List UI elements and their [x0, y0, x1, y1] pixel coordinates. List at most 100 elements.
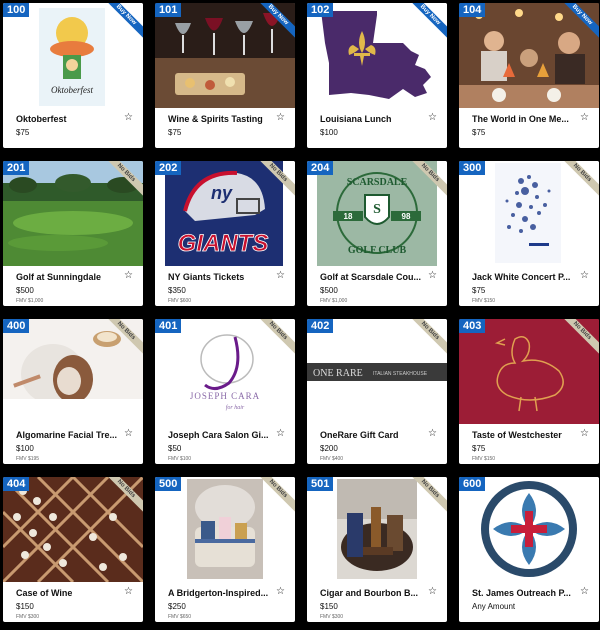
- item-image: SCARSDALE GOLF CLUB S 18 98: [307, 161, 447, 266]
- favorite-star-icon[interactable]: ☆: [428, 587, 437, 597]
- brand-tagline: ITALIAN STEAKHOUSE: [373, 371, 428, 377]
- lot-number-badge: 501: [307, 477, 334, 491]
- item-fmv: FMV $600: [168, 298, 192, 304]
- item-card-401[interactable]: JOSEPH CARA for hair 401 No Bids Joseph …: [155, 319, 295, 464]
- item-price: $350: [168, 286, 186, 295]
- lot-number-badge: 102: [307, 3, 334, 17]
- jack-white-poster: [495, 163, 561, 263]
- item-image: ONE RARE ITALIAN STEAKHOUSE: [307, 319, 447, 424]
- item-image: [3, 477, 143, 582]
- item-price: $500: [320, 286, 338, 295]
- lot-number-badge: 403: [459, 319, 486, 333]
- item-price: $75: [472, 444, 486, 453]
- item-fmv: FMV $300: [16, 614, 40, 620]
- favorite-star-icon[interactable]: ☆: [428, 271, 437, 281]
- wine-tasting-photo: [155, 3, 295, 108]
- item-card-402[interactable]: ONE RARE ITALIAN STEAKHOUSE 402 No Bids …: [307, 319, 447, 464]
- favorite-star-icon[interactable]: ☆: [580, 429, 589, 439]
- auction-items-grid: Oktoberfest 100 Buy Now Oktoberfest $75 …: [0, 0, 600, 630]
- item-title: Golf at Scarsdale Cou...: [320, 272, 422, 282]
- item-image: [155, 477, 295, 582]
- favorite-star-icon[interactable]: ☆: [124, 587, 133, 597]
- item-price: $250: [168, 602, 186, 611]
- giants-wordmark: GIANTS: [178, 230, 269, 257]
- item-card-204[interactable]: SCARSDALE GOLF CLUB S 18 98 204 No Bids …: [307, 161, 447, 306]
- item-card-101[interactable]: 101 Buy Now Wine & Spirits Tasting $75 ☆: [155, 3, 295, 148]
- favorite-star-icon[interactable]: ☆: [428, 429, 437, 439]
- item-image: [3, 161, 143, 266]
- item-title: A Bridgerton-Inspired...: [168, 588, 269, 598]
- gift-basket-photo: [187, 479, 263, 579]
- item-card-201[interactable]: 201 No Bids Golf at Sunningdale $500 FMV…: [3, 161, 143, 306]
- lot-number-badge: 500: [155, 477, 182, 491]
- item-card-104[interactable]: 104 Buy Now The World in One Me... $75 ☆: [459, 3, 599, 148]
- item-price: $150: [16, 602, 34, 611]
- louisiana-map-image: [321, 11, 431, 99]
- golf-course-photo: [3, 161, 143, 266]
- item-price: $75: [472, 286, 486, 295]
- item-price: $75: [472, 128, 486, 137]
- item-title: OneRare Gift Card: [320, 430, 399, 440]
- favorite-star-icon[interactable]: ☆: [580, 587, 589, 597]
- favorite-star-icon[interactable]: ☆: [124, 271, 133, 281]
- founded-year-left: 18: [344, 212, 353, 221]
- item-card-501[interactable]: 501 No Bids Cigar and Bourbon B... $150 …: [307, 477, 447, 622]
- favorite-star-icon[interactable]: ☆: [276, 587, 285, 597]
- item-price: $500: [16, 286, 34, 295]
- item-card-600[interactable]: 600 St. James Outreach P... Any Amount ☆: [459, 477, 599, 622]
- item-title: Cigar and Bourbon B...: [320, 588, 418, 598]
- item-fmv: FMV $400: [320, 456, 344, 462]
- item-card-400[interactable]: 400 No Bids Algomarine Facial Tre... $10…: [3, 319, 143, 464]
- lot-number-badge: 104: [459, 3, 486, 17]
- item-title: The World in One Me...: [472, 114, 569, 124]
- favorite-star-icon[interactable]: ☆: [276, 271, 285, 281]
- item-card-404[interactable]: 404 No Bids Case of Wine $150 FMV $300 ☆: [3, 477, 143, 622]
- item-fmv: FMV $195: [16, 456, 40, 462]
- item-price: $100: [16, 444, 34, 453]
- item-fmv: FMV $300: [320, 614, 344, 620]
- item-image: Oktoberfest: [3, 3, 143, 108]
- lot-number-badge: 600: [459, 477, 486, 491]
- onerare-logo: ONE RARE ITALIAN STEAKHOUSE: [307, 363, 447, 381]
- item-image: ny GIANTS: [155, 161, 295, 266]
- lot-number-badge: 401: [155, 319, 182, 333]
- club-name-top: SCARSDALE: [347, 177, 408, 188]
- item-fmv: FMV $650: [168, 614, 192, 620]
- dinner-party-photo: [459, 3, 599, 108]
- brand-name: ONE RARE: [313, 368, 363, 379]
- lot-number-badge: 101: [155, 3, 182, 17]
- item-title: Oktoberfest: [16, 114, 67, 124]
- favorite-star-icon[interactable]: ☆: [580, 113, 589, 123]
- favorite-star-icon[interactable]: ☆: [276, 113, 285, 123]
- item-card-403[interactable]: 403 No Bids Taste of Westchester $75 FMV…: [459, 319, 599, 464]
- item-card-202[interactable]: ny GIANTS 202 No Bids NY Giants Tickets …: [155, 161, 295, 306]
- favorite-star-icon[interactable]: ☆: [428, 113, 437, 123]
- favorite-star-icon[interactable]: ☆: [124, 429, 133, 439]
- item-card-102[interactable]: 102 Buy Now Louisiana Lunch $100 ☆: [307, 3, 447, 148]
- item-image: [155, 3, 295, 108]
- lot-number-badge: 300: [459, 161, 486, 175]
- favorite-star-icon[interactable]: ☆: [124, 113, 133, 123]
- item-title: Algomarine Facial Tre...: [16, 430, 118, 440]
- item-card-300[interactable]: 300 No Bids Jack White Concert P... $75 …: [459, 161, 599, 306]
- item-price: $75: [168, 128, 182, 137]
- item-image: [459, 319, 599, 424]
- item-title: St. James Outreach P...: [472, 588, 571, 598]
- facial-treatment-photo: [3, 319, 143, 424]
- item-title: Louisiana Lunch: [320, 114, 392, 124]
- lot-number-badge: 404: [3, 477, 30, 491]
- item-card-100[interactable]: Oktoberfest 100 Buy Now Oktoberfest $75 …: [3, 3, 143, 148]
- lot-number-badge: 402: [307, 319, 334, 333]
- favorite-star-icon[interactable]: ☆: [580, 271, 589, 281]
- scarsdale-golf-club-logo: SCARSDALE GOLF CLUB S 18 98: [317, 161, 437, 266]
- item-price: $150: [320, 602, 338, 611]
- favorite-star-icon[interactable]: ☆: [276, 429, 285, 439]
- item-image: JOSEPH CARA for hair: [155, 319, 295, 424]
- item-card-500[interactable]: 500 No Bids A Bridgerton-Inspired... $25…: [155, 477, 295, 622]
- item-image: [3, 319, 143, 424]
- joseph-cara-logo: JOSEPH CARA for hair: [190, 334, 259, 411]
- item-title: Wine & Spirits Tasting: [168, 114, 263, 124]
- item-fmv: FMV $100: [168, 456, 192, 462]
- svg-text:S: S: [373, 202, 381, 217]
- item-title: Joseph Cara Salon Gi...: [168, 430, 269, 440]
